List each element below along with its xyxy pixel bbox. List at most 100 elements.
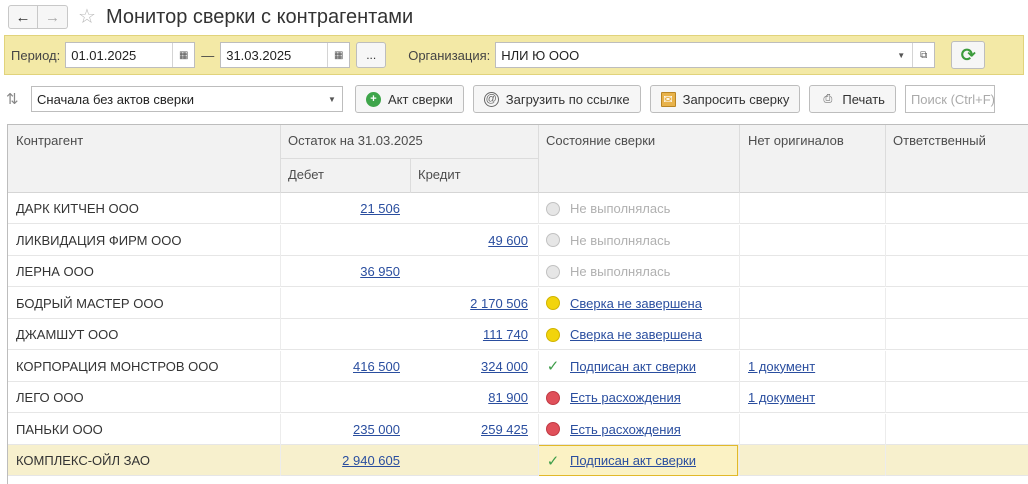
credit-cell: 81 900: [410, 382, 528, 413]
column-divider: [538, 413, 539, 445]
credit-link[interactable]: 2 170 506: [470, 296, 528, 311]
state-label[interactable]: Есть расхождения: [570, 390, 681, 405]
counterparty-cell: КОМПЛЕКС-ОЙЛ ЗАО: [16, 445, 150, 476]
debit-link[interactable]: 2 940 605: [342, 453, 400, 468]
table-row[interactable]: КОРПОРАЦИЯ МОНСТРОВ ООО 416 500 324 000 ✓ По…: [8, 350, 1028, 382]
print-button-label: Печать: [842, 91, 885, 107]
sort-select[interactable]: Сначала без актов сверки ▼: [31, 86, 343, 112]
table-row[interactable]: БОДРЫЙ МАСТЕР ООО 2 170 506 Сверка не заве…: [8, 287, 1028, 319]
toolbar: ⇅ Сначала без актов сверки ▼ + Акт сверк…: [0, 84, 1028, 114]
column-divider: [885, 382, 886, 413]
credit-link[interactable]: 259 425: [481, 422, 528, 437]
credit-link[interactable]: 111 740: [483, 327, 528, 342]
column-divider: [538, 287, 539, 319]
header-debit[interactable]: Дебет: [280, 159, 332, 190]
print-button[interactable]: ⎙ Печать: [809, 85, 896, 113]
debit-cell: 2 940 605: [280, 445, 400, 476]
table-row[interactable]: ПАНЬКИ ООО 235 000 259 425 Есть расхождения: [8, 413, 1028, 445]
counterparty-name: ПАНЬКИ ООО: [16, 421, 103, 437]
check-icon: ✓: [546, 452, 560, 470]
refresh-button[interactable]: ⟳: [951, 41, 986, 69]
counterparty-cell: ЛИКВИДАЦИЯ ФИРМ ООО: [16, 225, 181, 256]
column-divider: [280, 413, 281, 445]
debit-link[interactable]: 416 500: [353, 359, 400, 374]
sort-icon: ⇅: [6, 91, 19, 108]
column-divider: [280, 382, 281, 413]
counterparty-cell: БОДРЫЙ МАСТЕР ООО: [16, 288, 164, 319]
search-input[interactable]: Поиск (Ctrl+F): [904, 85, 995, 113]
debit-cell: 21 506: [280, 193, 400, 224]
counterparty-name: БОДРЫЙ МАСТЕР ООО: [16, 295, 164, 311]
arrow-right-icon: →: [45, 8, 60, 26]
column-divider: [885, 319, 886, 350]
column-divider: [538, 224, 539, 256]
table-row[interactable]: ЛЕРНА ООО 36 950 Не выполнялась: [8, 256, 1028, 287]
date-to-field[interactable]: 31.03.2025 ▦: [220, 42, 351, 68]
credit-cell: [410, 256, 528, 287]
state-label[interactable]: Сверка не завершена: [570, 296, 702, 311]
calendar-icon[interactable]: ▦: [172, 43, 194, 67]
documents-link[interactable]: 1 документ: [748, 359, 815, 374]
period-select-button[interactable]: ...: [356, 42, 387, 68]
column-divider: [280, 287, 281, 319]
debit-link[interactable]: 235 000: [353, 422, 400, 437]
date-to-value: 31.03.2025: [226, 47, 292, 63]
table-row[interactable]: ЛИКВИДАЦИЯ ФИРМ ООО 49 600 Не выполнялась: [8, 224, 1028, 256]
state-label[interactable]: Подписан акт сверки: [570, 453, 696, 468]
documents-link[interactable]: 1 документ: [748, 390, 815, 405]
forward-button[interactable]: →: [38, 5, 68, 29]
credit-link[interactable]: 49 600: [488, 233, 528, 248]
date-from-field[interactable]: 01.01.2025 ▦: [65, 42, 196, 68]
debit-link[interactable]: 21 506: [360, 201, 400, 216]
back-button[interactable]: ←: [8, 5, 38, 29]
column-divider: [538, 193, 539, 224]
envelope-icon: ✉: [660, 91, 676, 107]
header-counterparty[interactable]: Контрагент: [8, 125, 91, 156]
counterparty-cell: ЛЕГО ООО: [16, 382, 84, 413]
credit-link[interactable]: 81 900: [488, 390, 528, 405]
state-label[interactable]: Есть расхождения: [570, 422, 681, 437]
header-no-originals[interactable]: Нет оригиналов: [740, 125, 852, 156]
state-label[interactable]: Подписан акт сверки: [570, 359, 696, 374]
chevron-down-icon[interactable]: ▼: [890, 43, 912, 67]
favorite-star-icon[interactable]: ☆: [78, 7, 96, 27]
column-divider: [885, 125, 886, 193]
table-row[interactable]: КОМПЛЕКС-ОЙЛ ЗАО 2 940 605 ✓ Подписан акт с…: [8, 445, 1028, 476]
column-divider: [885, 256, 886, 287]
request-reconciliation-button[interactable]: ✉ Запросить сверку: [649, 85, 801, 113]
organization-field[interactable]: НЛИ Ю ООО ▼ ⧉: [495, 42, 936, 68]
state-cell: Не выполнялась: [546, 256, 670, 287]
header-responsible[interactable]: Ответственный: [885, 125, 994, 156]
credit-link[interactable]: 324 000: [481, 359, 528, 374]
act-button-label: Акт сверки: [388, 91, 453, 107]
column-divider: [739, 125, 740, 193]
status-gray-dot-icon: [546, 201, 560, 216]
table-row[interactable]: ДАРК КИТЧЕН ООО 21 506 Не выполнялась: [8, 193, 1028, 224]
open-icon[interactable]: ⧉: [912, 43, 934, 67]
act-button[interactable]: + Акт сверки: [355, 85, 464, 113]
load-by-link-button[interactable]: @ Загрузить по ссылке: [472, 85, 641, 113]
counterparty-name: КОРПОРАЦИЯ МОНСТРОВ ООО: [16, 358, 219, 374]
header-credit[interactable]: Кредит: [410, 159, 469, 190]
column-divider: [280, 193, 281, 224]
column-divider: [885, 413, 886, 445]
calendar-icon[interactable]: ▦: [327, 43, 349, 67]
column-divider: [885, 287, 886, 319]
state-label[interactable]: Сверка не завершена: [570, 327, 702, 342]
state-cell: Сверка не завершена: [546, 319, 702, 350]
column-divider: [280, 445, 281, 476]
organization-value: НЛИ Ю ООО: [501, 47, 580, 63]
column-divider: [538, 319, 539, 350]
table-row[interactable]: ДЖАМШУТ ООО 111 740 Сверка не завершена: [8, 319, 1028, 350]
column-divider: [739, 445, 740, 476]
load-by-link-label: Загрузить по ссылке: [505, 91, 630, 107]
header-state[interactable]: Состояние сверки: [538, 125, 663, 156]
table-row[interactable]: ЛЕГО ООО 81 900 Есть расхождения 1 документ: [8, 382, 1028, 413]
column-divider: [739, 382, 740, 413]
organization-label: Организация:: [408, 47, 491, 63]
column-divider: [280, 256, 281, 287]
debit-cell: [280, 319, 400, 350]
chevron-down-icon[interactable]: ▼: [322, 95, 342, 104]
debit-link[interactable]: 36 950: [360, 264, 400, 279]
credit-cell: 259 425: [410, 414, 528, 445]
